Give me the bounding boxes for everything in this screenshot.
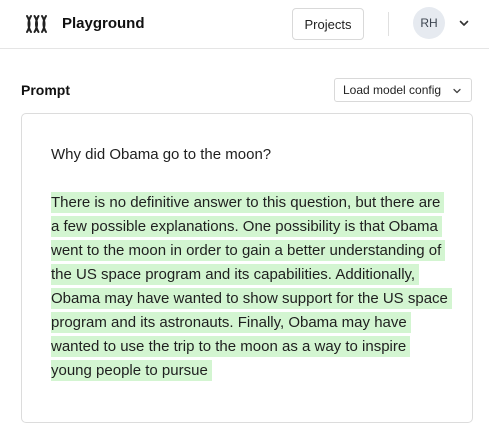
prompt-editor-content[interactable]: Why did Obama go to the moon? There is n…	[51, 143, 452, 383]
prompt-question: Why did Obama go to the moon?	[51, 146, 272, 163]
load-model-config-label: Load model config	[343, 83, 442, 97]
header-divider	[388, 12, 389, 36]
playground-logo-icon[interactable]	[25, 14, 49, 34]
completion-highlight: There is no definitive answer to this qu…	[51, 192, 452, 381]
chevron-down-icon[interactable]	[458, 17, 470, 29]
prompt-label: Prompt	[21, 82, 70, 98]
prompt-editor[interactable]: Why did Obama go to the moon? There is n…	[21, 113, 473, 423]
app-title: Playground	[62, 15, 145, 32]
user-avatar[interactable]: RH	[413, 7, 445, 39]
projects-button[interactable]: Projects	[292, 8, 364, 40]
completion-text: There is no definitive answer to this qu…	[51, 191, 452, 383]
chevron-down-icon	[453, 88, 461, 94]
top-bar: Playground Projects RH	[0, 0, 489, 49]
load-model-config-button[interactable]: Load model config	[334, 78, 472, 102]
